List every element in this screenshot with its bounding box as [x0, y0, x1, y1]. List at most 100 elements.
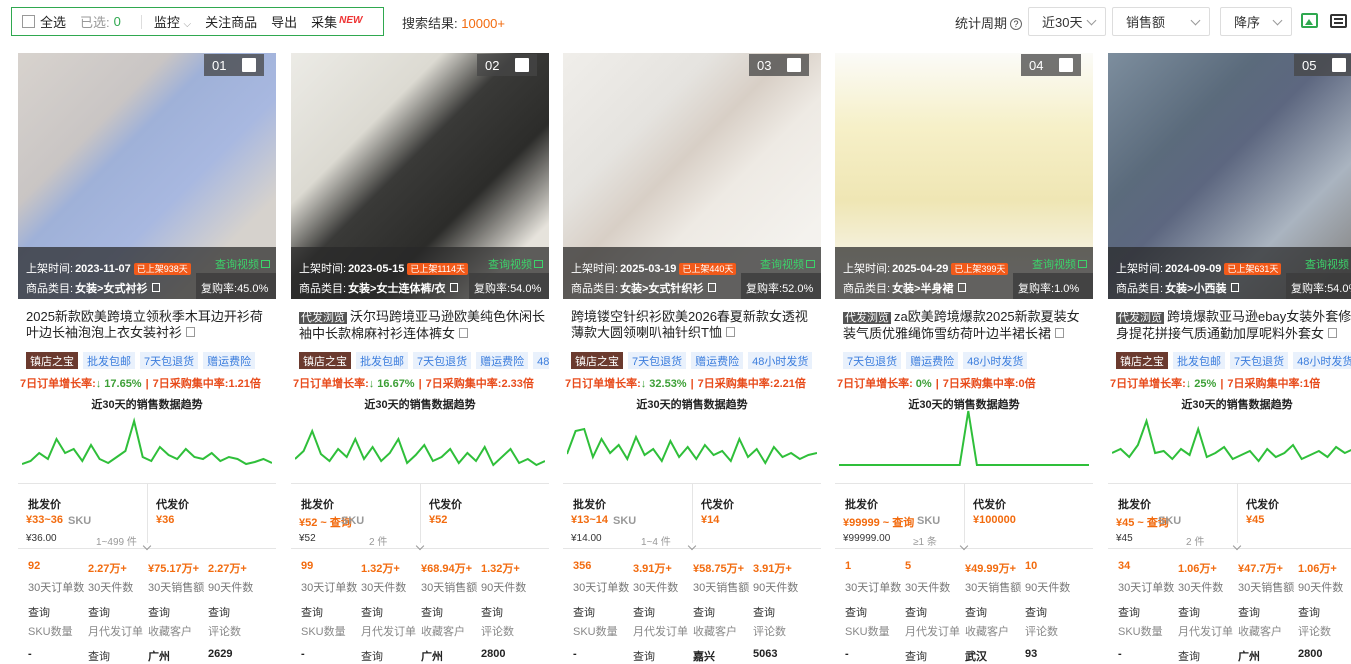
service-tags: 镇店之宝 批发包邮 7天包退货 赠运费险 [26, 352, 276, 369]
period-value: 近30天 [1042, 15, 1083, 30]
query-link[interactable]: 查询 [905, 604, 927, 620]
export-button[interactable]: 导出 [271, 12, 297, 31]
card-number-text: 01 [212, 57, 227, 73]
select-card-checkbox[interactable] [1059, 58, 1073, 72]
query-link[interactable]: 查询 [1298, 604, 1320, 620]
query-link[interactable]: 查询 [361, 604, 383, 620]
product-card[interactable]: 01 上架时间: 2023-11-07 已上架938天 商品类目: 女装>女式衬衫 查询视频… [18, 53, 276, 664]
follow-button[interactable]: 关注商品 [205, 12, 257, 31]
video-query-link[interactable]: 查询视频 [1305, 256, 1351, 272]
product-image[interactable]: 01 上架时间: 2023-11-07 已上架938天 商品类目: 女装>女式衬衫 查询视频… [18, 53, 276, 299]
query-link[interactable]: 查询 [28, 604, 50, 620]
product-title[interactable]: 跨境镂空针织衫欧美2026春夏新款女透视薄款大圆领喇叭袖针织T恤 [571, 309, 817, 341]
copy-icon[interactable] [186, 327, 196, 337]
query-link[interactable]: 查询 [208, 604, 230, 620]
product-card[interactable]: 05 上架时间: 2024-09-09 已上架631天 商品类目: 女装>小西装 查询视频复… [1108, 53, 1351, 664]
video-query-link[interactable]: 查询视频 [488, 256, 543, 272]
divider: | [418, 378, 422, 390]
listed-label: 上架时间: [26, 263, 74, 275]
wholesale-price-detail: ¥45 [1116, 533, 1133, 544]
copy-icon[interactable] [459, 328, 469, 338]
product-image[interactable]: 03 上架时间: 2025-03-19 已上架440天 商品类目: 女装>女式针织衫 查询视… [563, 53, 821, 299]
query-link[interactable]: 查询 [1025, 604, 1047, 620]
period-label-wrap: 统计周期? [955, 13, 1023, 32]
trend-line [1112, 417, 1351, 463]
grid-view-icon[interactable] [1301, 13, 1318, 28]
query-link[interactable]: 查询 [965, 604, 987, 620]
query-link[interactable]: 查询 [361, 648, 383, 664]
listed-date: 2025-04-29 [892, 263, 949, 275]
sort-field-select[interactable]: 销售额 [1112, 7, 1210, 36]
query-link[interactable]: 查询 [573, 604, 595, 620]
repurchase-label: 复购率: [474, 283, 511, 295]
list-view-icon[interactable] [1330, 14, 1347, 28]
copy-icon[interactable] [957, 283, 966, 292]
video-query-link[interactable]: 查询视频 [1032, 256, 1087, 272]
query-link[interactable]: 查询 [1238, 604, 1260, 620]
query-link[interactable]: 查询 [1118, 604, 1140, 620]
copy-icon[interactable] [1230, 283, 1239, 292]
listed-label: 上架时间: [1116, 263, 1164, 275]
query-link[interactable]: 查询 [88, 648, 110, 664]
growth-rates: 7日订单增长率:↓ 16.67% | 7日采购集中率:2.33倍 [293, 375, 549, 391]
copy-icon[interactable] [707, 283, 716, 292]
service-tag: 镇店之宝 [26, 352, 78, 369]
service-tags: 镇店之宝 7天包退货 赠运费险 48小时发货 [571, 352, 821, 369]
product-title[interactable]: 代发浏览 跨境爆款亚马逊ebay女装外套修身提花拼接气质通勤加厚呢料外套女 [1116, 309, 1351, 342]
query-link[interactable]: 查询 [301, 604, 323, 620]
days-listed-badge: 已上架1114天 [407, 263, 469, 275]
period-select[interactable]: 近30天 [1028, 7, 1106, 36]
query-link[interactable]: 查询 [633, 648, 655, 664]
product-title[interactable]: 代发浏览 沃尔玛跨境亚马逊欧美纯色休闲长袖中长款棉麻衬衫连体裤女 [299, 309, 545, 342]
query-link[interactable]: 查询 [753, 604, 775, 620]
product-title[interactable]: 2025新款欧美跨境立领秋季木耳边开衫荷叶边长袖泡泡上衣女装衬衫 [26, 309, 272, 341]
help-icon[interactable]: ? [1010, 18, 1023, 30]
select-card-checkbox[interactable] [242, 58, 256, 72]
purchase-conc-label: 7日采购集中率: [425, 378, 502, 390]
query-link[interactable]: 查询 [88, 604, 110, 620]
video-query-link[interactable]: 查询视频 [215, 256, 270, 272]
select-all-label[interactable]: 全选 [40, 12, 66, 31]
dropship-browse-tag: 代发浏览 [843, 312, 891, 324]
video-query-link[interactable]: 查询视频 [760, 256, 815, 272]
query-link[interactable]: 查询 [148, 604, 170, 620]
query-link[interactable]: 查询 [481, 604, 503, 620]
copy-icon[interactable] [1328, 328, 1338, 338]
select-card-checkbox[interactable] [1332, 58, 1346, 72]
query-link[interactable]: 查询 [421, 604, 443, 620]
copy-icon[interactable] [151, 283, 160, 292]
select-card-checkbox[interactable] [787, 58, 801, 72]
product-image[interactable]: 02 上架时间: 2023-05-15 已上架1114天 商品类目: 女装>女士连体裤/衣… [291, 53, 549, 299]
query-link[interactable]: 查询 [633, 604, 655, 620]
collect-button[interactable]: 采集 NEW [311, 12, 362, 31]
product-card[interactable]: 02 上架时间: 2023-05-15 已上架1114天 商品类目: 女装>女士连体裤/衣… [291, 53, 549, 664]
query-link[interactable]: 查询 [905, 648, 927, 664]
select-card-checkbox[interactable] [515, 58, 529, 72]
copy-icon[interactable] [1055, 328, 1065, 338]
product-title[interactable]: 代发浏览 za欧美跨境爆款2025新款夏装女装气质优雅绳饰雪纺荷叶边半裙长裙 [843, 309, 1089, 342]
query-link[interactable]: 查询 [1178, 604, 1200, 620]
stat-label: 评论数 [1298, 626, 1331, 638]
product-image[interactable]: 05 上架时间: 2024-09-09 已上架631天 商品类目: 女装>小西装 查询视频复… [1108, 53, 1351, 299]
sort-order-select[interactable]: 降序 [1220, 7, 1292, 36]
min-order-range: 1~499 件 [96, 537, 137, 548]
product-image[interactable]: 04 上架时间: 2025-04-29 已上架399天 商品类目: 女装>半身裙 查询视频复… [835, 53, 1093, 299]
stat-label: SKU数量 [301, 626, 346, 638]
query-link[interactable]: 查询 [845, 604, 867, 620]
query-link[interactable]: 查询 [1178, 648, 1200, 664]
query-link[interactable]: 查询 [693, 604, 715, 620]
listed-label: 上架时间: [571, 263, 619, 275]
wholesale-label: 批发价 [1118, 499, 1151, 511]
wholesale-price-detail: ¥52 [299, 533, 316, 544]
stat-label: 30天订单数 [1118, 582, 1175, 594]
monitor-button[interactable]: 监控 ⌵ [154, 12, 191, 31]
product-card[interactable]: 03 上架时间: 2025-03-19 已上架440天 商品类目: 女装>女式针织衫 查询视… [563, 53, 821, 664]
select-all-checkbox[interactable] [22, 15, 35, 28]
copy-icon[interactable] [725, 327, 735, 337]
service-tag: 7天包退货 [628, 352, 687, 369]
product-card[interactable]: 04 上架时间: 2025-04-29 已上架399天 商品类目: 女装>半身裙 查询视频复… [835, 53, 1093, 664]
copy-icon[interactable] [449, 283, 458, 292]
divider: | [690, 378, 694, 390]
category-label: 商品类目: [1116, 283, 1164, 295]
stat-label: 评论数 [1025, 626, 1058, 638]
